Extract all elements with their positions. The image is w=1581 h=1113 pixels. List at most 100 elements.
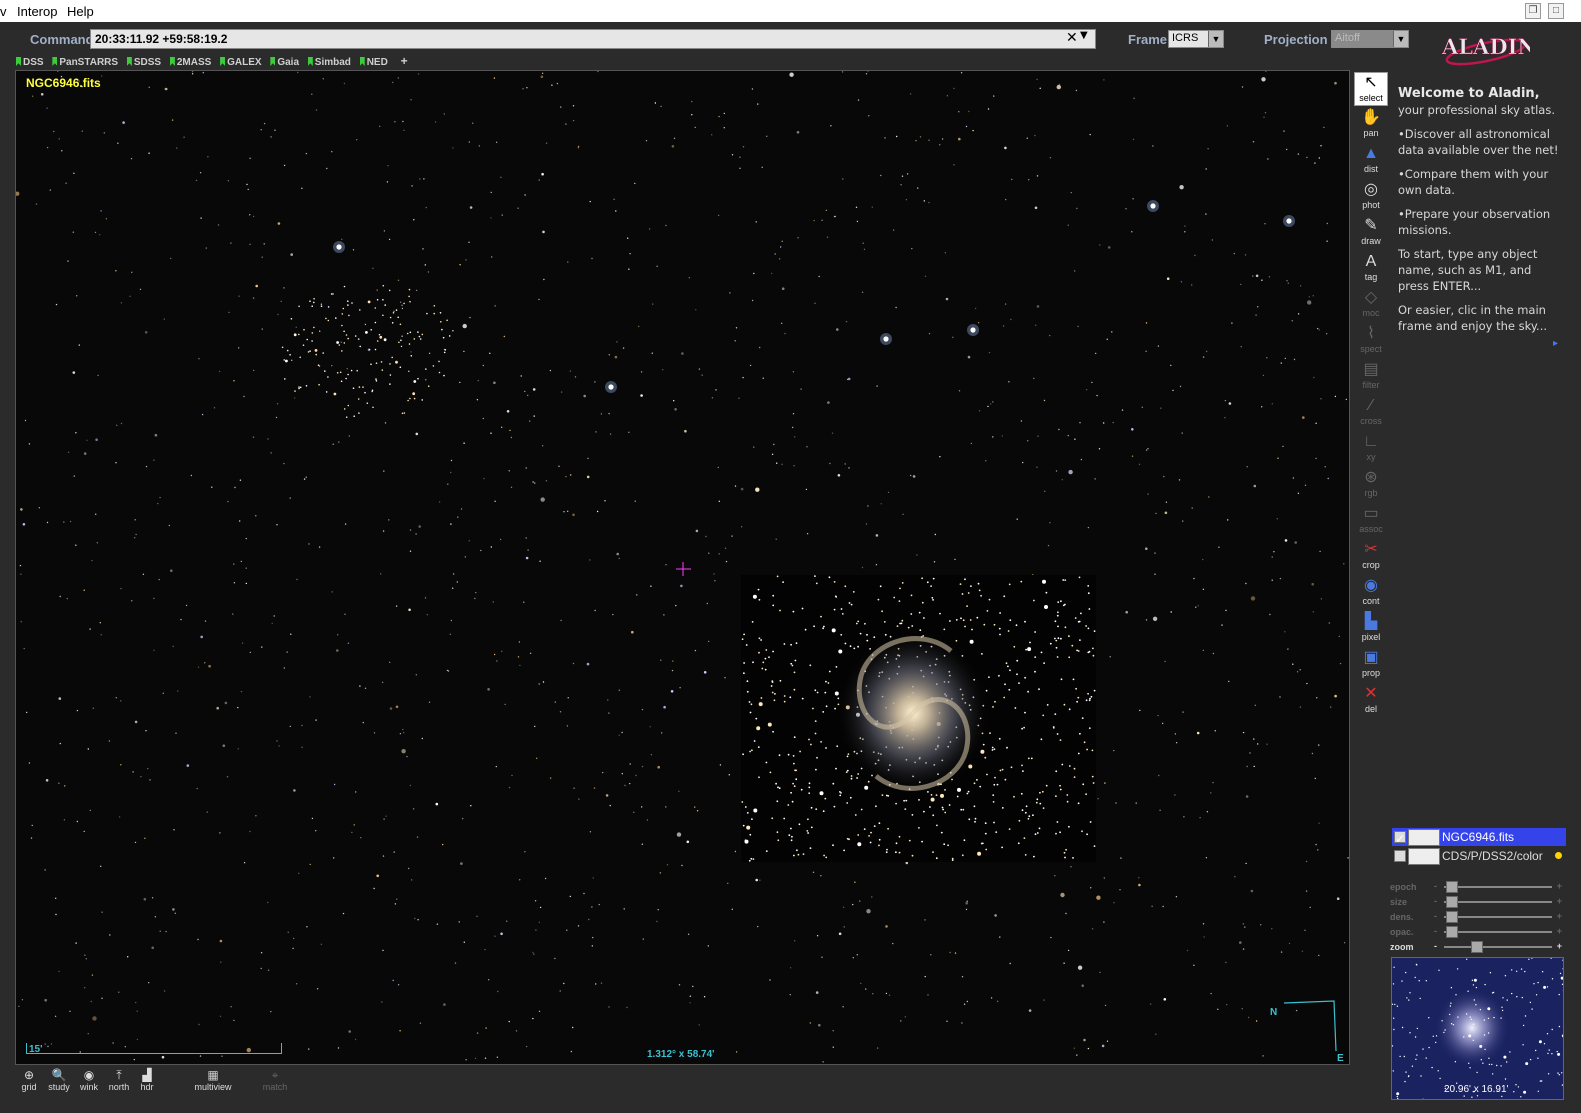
- pencil-icon: ✎: [1364, 217, 1378, 234]
- layer-dss2-color[interactable]: CDS/P/DSS2/color: [1392, 847, 1566, 865]
- study-icon: 🔍: [51, 1068, 67, 1082]
- north-button[interactable]: ⤒ north: [105, 1068, 133, 1092]
- tool-prop[interactable]: ▣ prop: [1354, 648, 1388, 682]
- north-icon: ⤒: [116, 1068, 122, 1082]
- add-survey-button[interactable]: +: [401, 54, 408, 68]
- distance-icon: ▲: [1363, 145, 1379, 162]
- slider-opac[interactable]: opac. - +: [1390, 925, 1566, 939]
- command-label: Command: [30, 32, 94, 47]
- tool-del[interactable]: ✕ del: [1354, 684, 1388, 718]
- frame-select[interactable]: ICRS ▼: [1168, 30, 1224, 48]
- survey-gaia[interactable]: Gaia: [270, 57, 299, 68]
- survey-sdss[interactable]: SDSS: [126, 57, 161, 68]
- tool-cont[interactable]: ◉ cont: [1354, 576, 1388, 610]
- slider-track[interactable]: [1444, 886, 1552, 888]
- bookmark-icon: [16, 57, 21, 66]
- slider-track[interactable]: [1444, 901, 1552, 903]
- menu-help[interactable]: Help: [67, 4, 94, 19]
- maximize-icon[interactable]: □: [1548, 3, 1564, 19]
- command-input[interactable]: 20:33:11.92 +59:58:19.2: [90, 29, 1096, 49]
- tool-label: pan: [1363, 128, 1379, 138]
- survey-panstarrs[interactable]: PanSTARRS: [52, 57, 118, 68]
- frame-label: Frame: [1128, 32, 1168, 47]
- survey-dss[interactable]: DSS: [16, 57, 44, 68]
- hips-layer-icon: [1408, 848, 1440, 865]
- plus-icon[interactable]: +: [1557, 881, 1562, 891]
- plus-icon[interactable]: +: [1557, 941, 1562, 951]
- wink-button[interactable]: ◉ wink: [75, 1068, 103, 1092]
- slider-label: dens.: [1390, 912, 1414, 922]
- layer-ngc6946[interactable]: ✓ NGC6946.fits: [1392, 828, 1566, 846]
- study-button[interactable]: 🔍 study: [45, 1068, 73, 1092]
- survey-galex[interactable]: GALEX: [220, 57, 262, 68]
- minus-icon[interactable]: -: [1434, 881, 1437, 891]
- slider-dens[interactable]: dens. - +: [1390, 910, 1566, 924]
- multiview-button[interactable]: ▦ multiview: [185, 1068, 241, 1092]
- grid-button[interactable]: ⊕ grid: [15, 1068, 43, 1092]
- projection-value: Aitoff: [1335, 32, 1360, 44]
- minus-icon[interactable]: -: [1434, 926, 1437, 936]
- clear-command-icon[interactable]: ✕: [1066, 30, 1078, 46]
- plus-icon[interactable]: +: [1557, 911, 1562, 921]
- aladin-logo-text: ALADIN: [1441, 34, 1530, 59]
- tool-pan[interactable]: ✋ pan: [1354, 108, 1388, 142]
- overview-fov-label: 20.96' x 16.91': [1444, 1084, 1509, 1095]
- tool-label: pixel: [1361, 632, 1381, 642]
- overview-panel[interactable]: 20.96' x 16.91': [1391, 957, 1564, 1100]
- slider-track[interactable]: [1444, 931, 1552, 933]
- command-history-dropdown-icon[interactable]: ▼: [1080, 30, 1088, 41]
- tool-crop[interactable]: ✂ crop: [1354, 540, 1388, 574]
- welcome-easier: Or easier, clic in the main frame and en…: [1398, 303, 1548, 333]
- survey-2mass[interactable]: 2MASS: [169, 57, 211, 68]
- tool-moc: ◇ moc: [1354, 288, 1388, 322]
- hdr-button[interactable]: ▟ hdr: [133, 1068, 161, 1092]
- layer-visibility-checkbox[interactable]: ✓: [1394, 831, 1406, 846]
- survey-simbad[interactable]: Simbad: [307, 57, 351, 68]
- tool-label: xy: [1366, 452, 1376, 462]
- sky-view[interactable]: N E NGC6946.fits 15' 1.312° x 58.74': [15, 70, 1350, 1065]
- slider-track[interactable]: [1444, 916, 1552, 918]
- restore-icon[interactable]: ❐: [1525, 3, 1541, 19]
- slider-track[interactable]: [1444, 946, 1552, 948]
- tool-phot[interactable]: ◎ phot: [1354, 180, 1388, 214]
- menu-interop[interactable]: Interop: [17, 4, 57, 19]
- filter-icon: ▤: [1363, 361, 1379, 378]
- slider-knob[interactable]: [1445, 911, 1458, 923]
- galaxy-image: N E: [676, 562, 1344, 1064]
- moc-icon: ◇: [1364, 289, 1378, 306]
- tool-select[interactable]: ↖ select: [1354, 72, 1388, 106]
- tool-rgb: ⊛ rgb: [1354, 468, 1388, 502]
- projection-select[interactable]: Aitoff ▼: [1331, 30, 1409, 48]
- button-label: grid: [21, 1082, 37, 1092]
- slider-knob[interactable]: [1445, 896, 1458, 908]
- slider-knob[interactable]: [1445, 881, 1458, 893]
- slider-knob[interactable]: [1445, 926, 1458, 938]
- slider-zoom[interactable]: zoom - +: [1390, 940, 1566, 954]
- minus-icon[interactable]: -: [1434, 911, 1437, 921]
- plus-icon[interactable]: +: [1557, 896, 1562, 906]
- slider-knob[interactable]: [1471, 941, 1484, 953]
- survey-ned[interactable]: NED: [359, 57, 388, 68]
- match-icon: ⌖: [271, 1068, 279, 1082]
- tool-label: assoc: [1359, 524, 1383, 534]
- slider-label: opac.: [1390, 927, 1414, 937]
- slider-size[interactable]: size - +: [1390, 895, 1566, 909]
- plus-icon[interactable]: +: [1557, 926, 1562, 936]
- assoc-icon: ▭: [1363, 505, 1379, 522]
- spectrum-icon: ⌇: [1367, 325, 1375, 342]
- layer-visibility-checkbox[interactable]: [1394, 850, 1406, 862]
- tool-draw[interactable]: ✎ draw: [1354, 216, 1388, 250]
- tool-tag[interactable]: Atag: [1354, 252, 1388, 286]
- welcome-panel: Welcome to Aladin, your professional sky…: [1398, 86, 1564, 342]
- minus-icon[interactable]: -: [1434, 896, 1437, 906]
- tool-label: phot: [1362, 200, 1380, 210]
- tool-spect: ⌇ spect: [1354, 324, 1388, 358]
- more-icon[interactable]: ▸: [1553, 338, 1558, 349]
- slider-epoch[interactable]: epoch - +: [1390, 880, 1566, 894]
- menu-view[interactable]: v: [0, 4, 7, 19]
- minus-icon[interactable]: -: [1434, 941, 1437, 951]
- rgb-icon: ⊛: [1364, 469, 1378, 486]
- tool-pixel[interactable]: ▙ pixel: [1354, 612, 1388, 646]
- tool-assoc: ▭ assoc: [1354, 504, 1388, 538]
- tool-dist[interactable]: ▲ dist: [1354, 144, 1388, 178]
